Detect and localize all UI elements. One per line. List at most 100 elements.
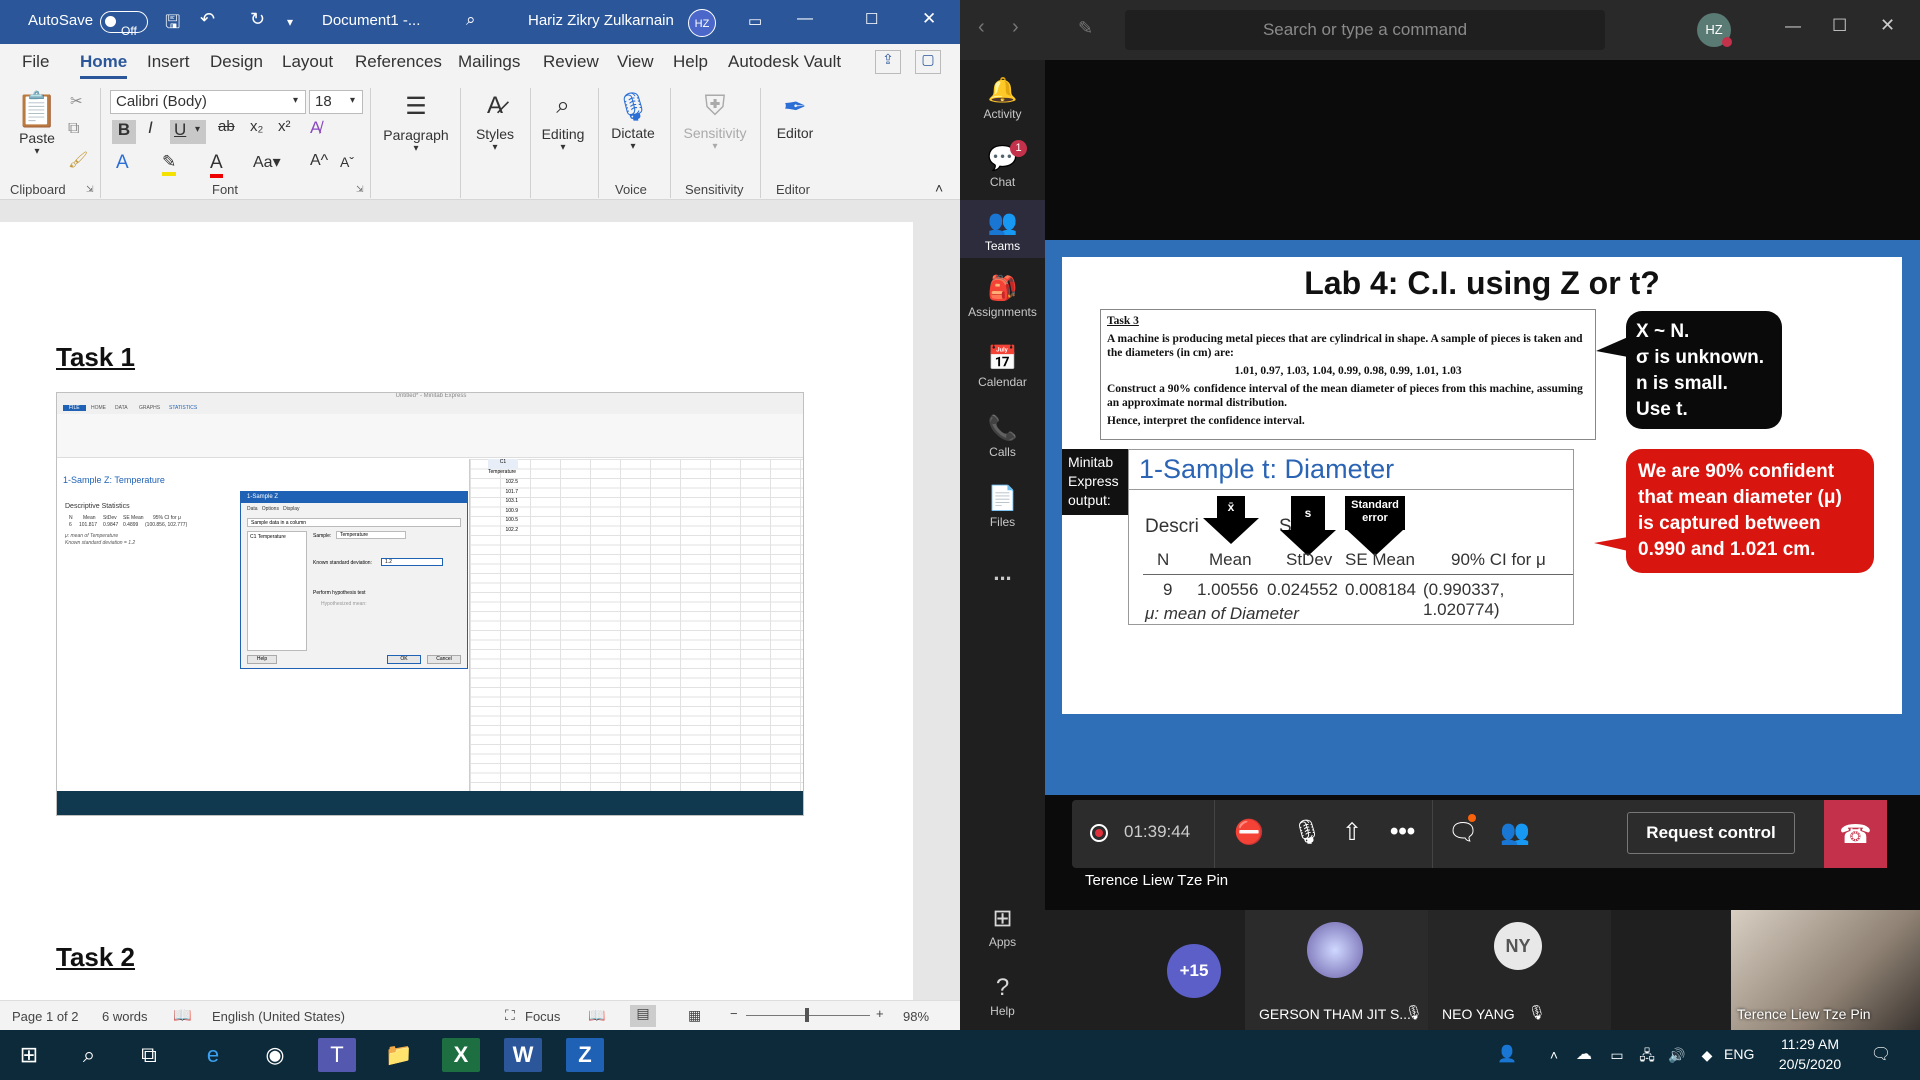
rail-more[interactable]: ...: [960, 560, 1045, 600]
tab-home[interactable]: Home: [80, 52, 128, 79]
dropbox-icon[interactable]: ◆: [1688, 1038, 1726, 1072]
save-icon[interactable]: 🖫: [165, 10, 180, 40]
format-painter-icon[interactable]: 🖌: [68, 150, 88, 170]
read-mode-icon[interactable]: 📖: [588, 1007, 605, 1024]
zoom-in-icon[interactable]: +: [876, 1006, 884, 1021]
redo-icon[interactable]: ↻: [250, 9, 265, 30]
camera-off-icon[interactable]: ⛔: [1234, 818, 1264, 847]
rail-teams[interactable]: 👥 Teams: [960, 200, 1045, 258]
input-language[interactable]: ENG: [1724, 1046, 1754, 1062]
tab-insert[interactable]: Insert: [147, 52, 190, 72]
cut-icon[interactable]: ✂: [70, 92, 83, 110]
font-name-select[interactable]: Calibri (Body): [110, 90, 306, 114]
focus-icon[interactable]: ⛶: [505, 1007, 515, 1024]
zoom-out-icon[interactable]: −: [730, 1006, 738, 1021]
bold-button[interactable]: B: [112, 120, 136, 144]
word-count[interactable]: 6 words: [102, 1009, 148, 1024]
customize-qat-icon[interactable]: ▾: [287, 15, 293, 29]
page-count[interactable]: Page 1 of 2: [12, 1009, 79, 1024]
notifications-icon[interactable]: 🗨: [1862, 1038, 1900, 1072]
word-icon[interactable]: W: [504, 1038, 542, 1072]
excel-icon[interactable]: X: [442, 1038, 480, 1072]
web-layout-icon[interactable]: ▦: [688, 1007, 701, 1024]
comments-icon[interactable]: ▢: [915, 50, 941, 74]
subscript-button[interactable]: x₂: [250, 118, 263, 135]
text-effects-icon[interactable]: A: [116, 152, 129, 174]
search-icon[interactable]: ⌕: [466, 10, 476, 30]
sensitivity-button[interactable]: ⛨ Sensitivity ▾: [675, 90, 755, 152]
font-launcher-icon[interactable]: ⇲: [356, 184, 364, 195]
edge-icon[interactable]: e: [194, 1038, 232, 1072]
chrome-icon[interactable]: ◉: [256, 1038, 294, 1072]
language[interactable]: English (United States): [212, 1009, 345, 1024]
rail-apps[interactable]: ⊞ Apps: [960, 900, 1045, 958]
request-control-button[interactable]: Request control: [1627, 812, 1795, 854]
copy-icon[interactable]: ⧉: [68, 120, 79, 138]
participant-video-tile[interactable]: Terence Liew Tze Pin: [1731, 910, 1920, 1030]
maximize-icon[interactable]: ☐: [1832, 16, 1847, 36]
zoom-slider-thumb[interactable]: [805, 1008, 809, 1022]
styles-button[interactable]: A̷ Styles ▾: [465, 92, 525, 153]
highlight-icon[interactable]: ✎: [162, 152, 177, 176]
tab-help[interactable]: Help: [673, 52, 708, 72]
underline-button[interactable]: U: [170, 120, 206, 144]
participant-tile[interactable]: NY NEO YANG 🎙: [1428, 910, 1611, 1030]
forward-icon[interactable]: ›: [1012, 16, 1019, 39]
share-icon[interactable]: ⇪: [875, 50, 901, 74]
strikethrough-button[interactable]: ab: [218, 118, 235, 135]
tab-file[interactable]: File: [22, 52, 49, 72]
tab-layout[interactable]: Layout: [282, 52, 333, 72]
share-screen-icon[interactable]: ⇧: [1342, 818, 1362, 847]
compose-icon[interactable]: ✎: [1078, 18, 1093, 39]
superscript-button[interactable]: x²: [278, 118, 291, 135]
task-view-icon[interactable]: ⧉: [130, 1038, 168, 1072]
minimize-icon[interactable]: —: [797, 10, 813, 28]
font-color-icon[interactable]: A: [210, 152, 223, 178]
command-search[interactable]: Search or type a command: [1125, 10, 1605, 50]
focus-label[interactable]: Focus: [525, 1009, 560, 1024]
minitab-icon[interactable]: Z: [566, 1038, 604, 1072]
back-icon[interactable]: ‹: [978, 16, 985, 39]
people-icon[interactable]: 👤: [1488, 1038, 1526, 1072]
zoom-level[interactable]: 98%: [903, 1009, 929, 1024]
italic-button[interactable]: I: [148, 118, 153, 138]
autosave-toggle[interactable]: Off: [100, 11, 148, 38]
paste-button[interactable]: 📋 Paste ▾: [14, 90, 60, 157]
file-explorer-icon[interactable]: 📁: [380, 1038, 418, 1072]
undo-icon[interactable]: ↶: [200, 9, 215, 30]
mic-off-icon[interactable]: 🎙: [1292, 818, 1322, 847]
shrink-font-button[interactable]: Aˇ: [340, 154, 354, 170]
clipboard-launcher-icon[interactable]: ⇲: [86, 184, 94, 195]
tab-view[interactable]: View: [617, 52, 654, 72]
tab-mailings[interactable]: Mailings: [458, 52, 520, 72]
close-icon[interactable]: ✕: [922, 9, 936, 29]
change-case-button[interactable]: Aa▾: [253, 152, 281, 172]
participants-icon[interactable]: 👥: [1500, 818, 1530, 847]
clock[interactable]: 11:29 AM 20/5/2020: [1765, 1034, 1855, 1074]
tab-review[interactable]: Review: [543, 52, 599, 72]
dictate-button[interactable]: 🎙 Dictate ▾: [603, 90, 663, 152]
tab-references[interactable]: References: [355, 52, 442, 72]
print-layout-icon[interactable]: ▤: [630, 1005, 656, 1027]
user-avatar[interactable]: HZ: [688, 9, 716, 37]
document-page[interactable]: Task 1 Untitled* - Minitab Express FILE …: [0, 222, 913, 1002]
editor-button[interactable]: ✒ Editor: [765, 90, 825, 141]
rail-files[interactable]: 📄 Files: [960, 480, 1045, 538]
tab-design[interactable]: Design: [210, 52, 263, 72]
clear-formatting-icon[interactable]: A̸: [310, 118, 321, 138]
rail-assignments[interactable]: 🎒 Assignments: [960, 270, 1045, 328]
tab-autodesk-vault[interactable]: Autodesk Vault: [728, 52, 841, 72]
minimize-icon[interactable]: —: [1785, 18, 1801, 36]
grow-font-button[interactable]: A^: [310, 152, 328, 170]
more-actions-icon[interactable]: •••: [1390, 818, 1415, 846]
maximize-icon[interactable]: ☐: [865, 10, 878, 28]
close-icon[interactable]: ✕: [1880, 15, 1895, 36]
participant-tile[interactable]: GERSON THAM JIT S... 🎙: [1245, 910, 1428, 1030]
teams-app-icon[interactable]: T: [318, 1038, 356, 1072]
rail-calls[interactable]: 📞 Calls: [960, 410, 1045, 468]
rail-chat[interactable]: 💬 Chat 1: [960, 140, 1045, 198]
search-icon[interactable]: ⌕: [70, 1038, 108, 1072]
rail-help[interactable]: ? Help: [960, 970, 1045, 1028]
windows-start-icon[interactable]: ⊞: [10, 1038, 48, 1072]
paragraph-button[interactable]: ☰ Paragraph ▾: [376, 92, 456, 154]
